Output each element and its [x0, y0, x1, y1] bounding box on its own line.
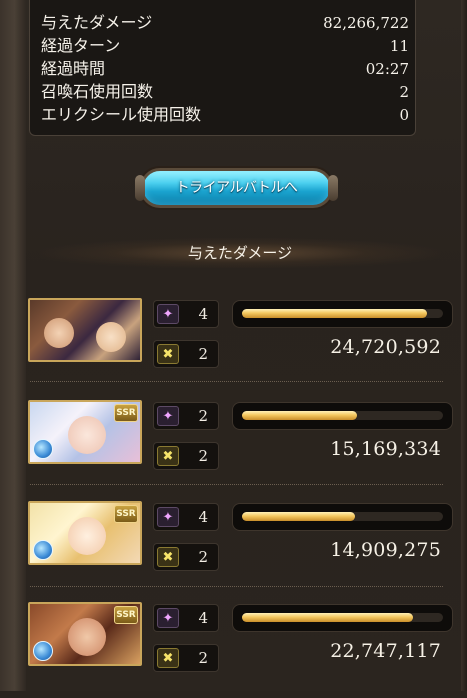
damage-bar — [232, 604, 453, 632]
stat-value: 02:27 — [365, 60, 409, 78]
damage-bar — [232, 402, 453, 430]
buff-count: 2 — [198, 649, 208, 667]
damage-value: 24,720,592 — [330, 336, 441, 358]
character-row: SSR ✦ 2 ✖ 2 15,169,334 — [26, 396, 461, 496]
stat-value: 82,266,722 — [323, 14, 409, 32]
damage-bar — [232, 300, 453, 328]
sparkle-icon: ✦ — [157, 304, 179, 324]
ssr-badge: SSR — [114, 404, 138, 422]
sparkle-icon: ✦ — [157, 507, 179, 527]
damage-bar-fill — [242, 309, 427, 318]
sparkle-icon: ✦ — [157, 608, 179, 628]
ability-count: 4 — [198, 305, 208, 323]
stat-value: 11 — [389, 37, 409, 55]
dual-character-portrait — [28, 298, 142, 362]
stat-label: 召喚石使用回数 — [41, 82, 154, 101]
ability-count: 2 — [198, 407, 208, 425]
ability-count: 4 — [198, 609, 208, 627]
buff-count: 2 — [198, 447, 208, 465]
water-element-icon — [33, 439, 53, 459]
section-title-damage: 与えたダメージ — [40, 238, 440, 268]
stat-value: 0 — [399, 106, 409, 124]
button-right-cap — [328, 175, 338, 201]
stat-value: 2 — [399, 83, 409, 101]
water-element-icon — [33, 540, 53, 560]
buff-count-chip: ✖ 2 — [153, 644, 219, 672]
left-frame — [0, 0, 27, 691]
ability-count: 4 — [198, 508, 208, 526]
stat-row-time: 経過時間 02:27 — [41, 58, 409, 80]
ability-count-chip: ✦ 2 — [153, 402, 219, 430]
ability-count-chip: ✦ 4 — [153, 604, 219, 632]
damage-bar — [232, 503, 453, 531]
character-row: ✦ 4 ✖ 2 24,720,592 — [26, 294, 461, 394]
buff-icon: ✖ — [157, 648, 179, 668]
buff-count: 2 — [198, 345, 208, 363]
stat-row-damage: 与えたダメージ 82,266,722 — [41, 12, 409, 34]
buff-count-chip: ✖ 2 — [153, 442, 219, 470]
ability-count-chip: ✦ 4 — [153, 300, 219, 328]
damage-bar-fill — [242, 512, 355, 521]
ssr-badge: SSR — [114, 606, 138, 624]
damage-value: 22,747,117 — [330, 640, 441, 662]
trial-battle-label: トライアルバトルへ — [175, 180, 298, 196]
button-left-cap — [135, 175, 145, 201]
ssr-badge: SSR — [114, 505, 138, 523]
stat-row-elixirs: エリクシール使用回数 0 — [41, 104, 409, 126]
character-portrait: SSR — [28, 400, 142, 464]
damage-value: 15,169,334 — [330, 438, 441, 460]
buff-icon: ✖ — [157, 446, 179, 466]
ability-count-chip: ✦ 4 — [153, 503, 219, 531]
water-element-icon — [33, 641, 53, 661]
row-divider — [30, 381, 443, 382]
buff-count-chip: ✖ 2 — [153, 340, 219, 368]
stat-row-turns: 経過ターン 11 — [41, 35, 409, 57]
damage-bar-fill — [242, 411, 357, 420]
row-divider — [30, 586, 443, 587]
stat-label: 経過ターン — [41, 36, 121, 55]
stat-label: エリクシール使用回数 — [41, 105, 202, 124]
damage-bar-fill — [242, 613, 413, 622]
stat-row-summons: 召喚石使用回数 2 — [41, 81, 409, 103]
character-portrait: SSR — [28, 501, 142, 565]
buff-count: 2 — [198, 548, 208, 566]
battle-stats-panel: 与えたダメージ 82,266,722 経過ターン 11 経過時間 02:27 召… — [29, 0, 416, 136]
scrollbar-track[interactable] — [461, 0, 467, 691]
character-row: SSR ✦ 4 ✖ 2 22,747,117 — [26, 598, 461, 698]
buff-icon: ✖ — [157, 344, 179, 364]
sparkle-icon: ✦ — [157, 406, 179, 426]
damage-value: 14,909,275 — [330, 539, 441, 561]
trial-battle-button[interactable]: トライアルバトルへ — [135, 168, 338, 208]
buff-icon: ✖ — [157, 547, 179, 567]
row-divider — [30, 484, 443, 485]
character-portrait: SSR — [28, 602, 142, 666]
buff-count-chip: ✖ 2 — [153, 543, 219, 571]
character-row: SSR ✦ 4 ✖ 2 14,909,275 — [26, 497, 461, 597]
stat-label: 経過時間 — [41, 59, 106, 78]
stat-label: 与えたダメージ — [41, 13, 153, 32]
